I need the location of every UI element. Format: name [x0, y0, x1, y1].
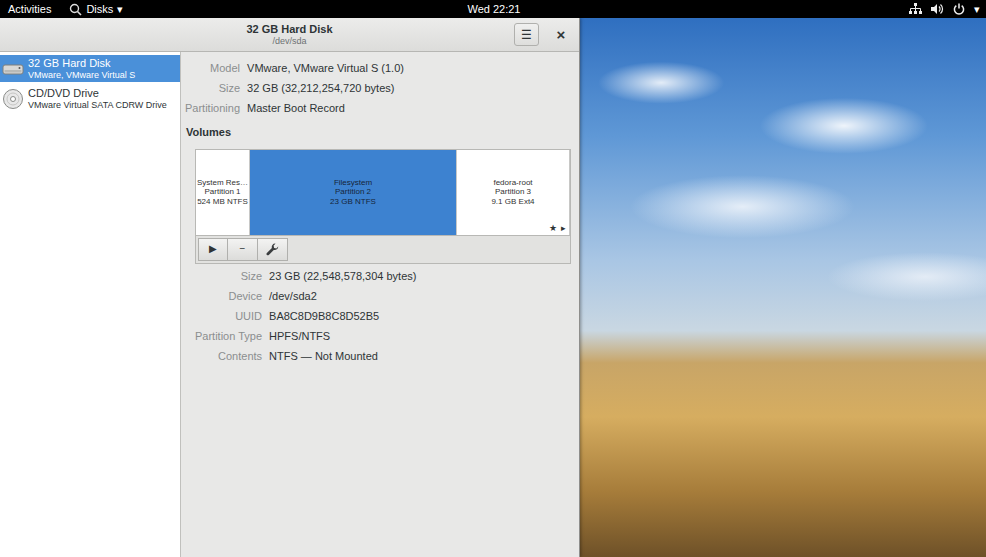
toolbar-buttons: ▶−	[198, 238, 288, 261]
drive-model: VMware, VMware Virtual S	[28, 70, 135, 80]
property-label: Size	[185, 78, 240, 98]
volume-toolbar: ▶−	[195, 236, 571, 264]
partition-segment[interactable]: fedora-rootPartition 39.1 GB Ext4	[457, 150, 570, 235]
subtitle-text: /dev/sda	[246, 36, 332, 46]
property-value[interactable]: Master Boot Record	[247, 98, 573, 118]
optical-drive-icon	[2, 88, 24, 110]
property-value[interactable]: /dev/sda2	[269, 286, 571, 306]
tool-glyph: −	[240, 244, 246, 254]
power-icon	[953, 3, 965, 15]
drive-name: CD/DVD Drive	[28, 87, 167, 100]
top-bar: ActivitiesDisks▾Wed 22:21▾	[0, 0, 986, 18]
menu-button[interactable]: ☰	[514, 23, 539, 46]
header-bar: 32 GB Hard Disk/dev/sda☰×	[0, 18, 579, 52]
hard-disk-icon	[2, 59, 24, 79]
volumes-heading: Volumes	[186, 124, 573, 141]
system-status-area[interactable]: ▾	[521, 0, 981, 18]
property-value[interactable]: NTFS — Not Mounted	[269, 346, 571, 366]
property-label: Partitioning	[185, 98, 240, 118]
volumes-area: System Res…Partition 1524 MB NTFSFilesys…	[195, 149, 571, 366]
app-menu[interactable]: Disks▾	[69, 0, 123, 18]
partition-name: Filesystem	[334, 178, 372, 188]
title-text: 32 GB Hard Disk	[246, 23, 332, 36]
drive-model: VMware Virtual SATA CDRW Drive	[28, 100, 167, 110]
volume-map: System Res…Partition 1524 MB NTFSFilesys…	[195, 149, 571, 236]
app-menu-arrow[interactable]: ▾	[117, 0, 123, 18]
partition-size: 23 GB NTFS	[330, 197, 376, 207]
partition-number: Partition 2	[335, 187, 371, 197]
property-label: Partition Type	[195, 326, 262, 346]
network-icon	[909, 3, 922, 15]
property-label: UUID	[195, 306, 262, 326]
delete-partition-button[interactable]: −	[228, 238, 258, 261]
property-value[interactable]: HPFS/NTFS	[269, 326, 571, 346]
header-buttons: ☰×	[333, 23, 571, 46]
drive-properties: Model VMware, VMware Virtual S (1.0) Size 3…	[185, 58, 573, 118]
window-body: 32 GB Hard DiskVMware, VMware Virtual S C…	[0, 52, 579, 557]
partition-size: 9.1 GB Ext4	[491, 197, 534, 207]
property-label: Contents	[195, 346, 262, 366]
volume-properties: Size 23 GB (22,548,578,304 bytes) Device/d…	[195, 266, 571, 366]
property-value[interactable]: VMware, VMware Virtual S (1.0)	[247, 58, 573, 78]
partition-name: fedora-root	[493, 178, 532, 188]
desktop: ActivitiesDisks▾Wed 22:21▾ 32 GB Hard Di…	[0, 0, 986, 557]
tool-glyph: ▶	[209, 244, 217, 254]
system-menu-arrow[interactable]: ▾	[974, 0, 980, 18]
partition-number: Partition 3	[495, 187, 531, 197]
clock[interactable]: Wed 22:21	[467, 0, 520, 18]
volume-icon	[931, 3, 944, 15]
partition-size: 524 MB NTFS	[197, 197, 248, 207]
property-label: Size	[195, 266, 262, 286]
app-menu-label[interactable]: Disks	[86, 0, 113, 18]
sidebar-item[interactable]: CD/DVD DriveVMware Virtual SATA CDRW Dri…	[0, 85, 180, 112]
partition-segment[interactable]: System Res…Partition 1524 MB NTFS	[196, 150, 250, 235]
partition-markers: ★▸	[549, 224, 566, 233]
drive-details: Model VMware, VMware Virtual S (1.0) Size 3…	[181, 52, 579, 557]
more-arrow: ▸	[561, 224, 566, 233]
top-bar-left: Activities Disks▾	[8, 0, 467, 18]
drive-name: 32 GB Hard Disk	[28, 57, 135, 70]
star-marker: ★	[549, 224, 557, 233]
wrench-icon	[266, 243, 279, 256]
property-label: Device	[195, 286, 262, 306]
partition-segment[interactable]: FilesystemPartition 223 GB NTFS	[250, 150, 457, 235]
property-value[interactable]: BA8C8D9B8C8D52B5	[269, 306, 571, 326]
disks-window: 32 GB Hard Disk/dev/sda☰×32 GB Hard Disk…	[0, 18, 580, 557]
mount-button[interactable]: ▶	[198, 238, 228, 261]
drive-sidebar: 32 GB Hard DiskVMware, VMware Virtual S C…	[0, 52, 181, 557]
property-value[interactable]: 32 GB (32,212,254,720 bytes)	[247, 78, 573, 98]
disks-app-icon	[69, 3, 82, 16]
close-button[interactable]: ×	[551, 25, 571, 45]
wallpaper	[580, 18, 986, 557]
partition-number: Partition 1	[204, 187, 240, 197]
activities-button[interactable]: Activities	[8, 0, 51, 18]
sidebar-item[interactable]: 32 GB Hard DiskVMware, VMware Virtual S	[0, 55, 180, 82]
window-title: 32 GB Hard Disk/dev/sda	[246, 23, 332, 46]
settings-button[interactable]	[258, 238, 288, 261]
property-label: Model	[185, 58, 240, 78]
partition-name: System Res…	[197, 178, 248, 188]
property-value[interactable]: 23 GB (22,548,578,304 bytes)	[269, 266, 571, 286]
